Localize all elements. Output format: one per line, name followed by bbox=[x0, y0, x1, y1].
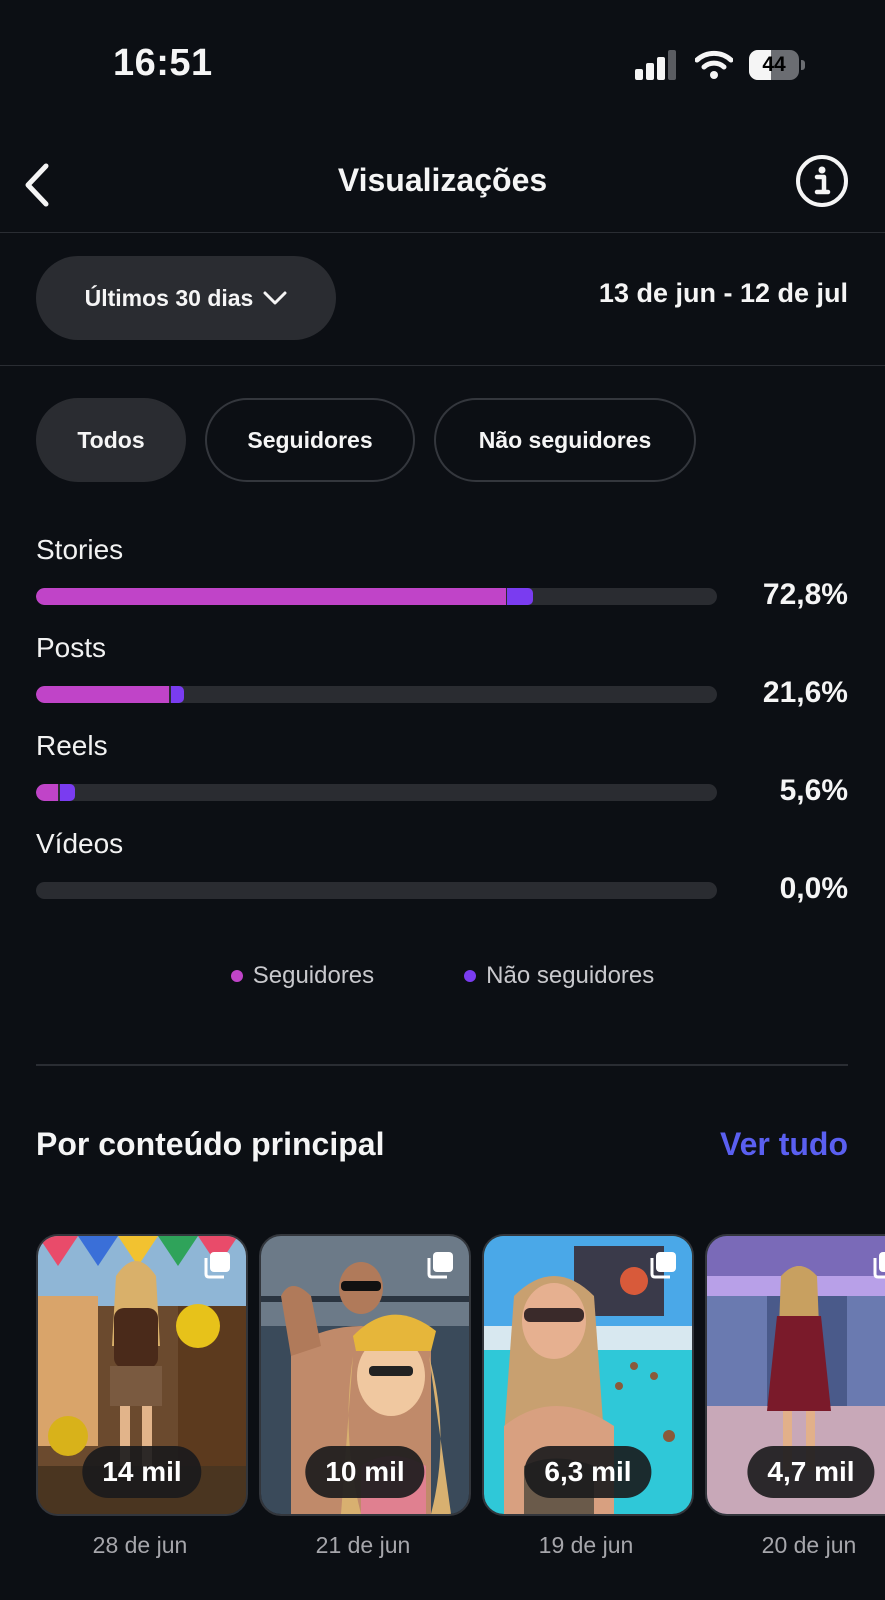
followers-segment bbox=[36, 784, 59, 801]
view-count: 10 mil bbox=[305, 1446, 425, 1498]
legend-label: Não seguidores bbox=[486, 962, 655, 989]
content-breakdown: Stories 72,8% Posts 21,6% Reels 5,6% Víd… bbox=[36, 534, 848, 926]
legend-label: Seguidores bbox=[252, 962, 375, 989]
battery-level: 44 bbox=[762, 53, 786, 76]
see-all-link[interactable]: Ver tudo bbox=[720, 1126, 848, 1163]
status-bar: 16:51 44 bbox=[0, 0, 885, 130]
tab-nao-seguidores[interactable]: Não seguidores bbox=[434, 398, 696, 482]
carousel-icon bbox=[873, 1252, 885, 1279]
legend-dot bbox=[464, 970, 477, 982]
non-followers-segment bbox=[507, 588, 534, 605]
breakdown-percent: 72,8% bbox=[762, 578, 848, 611]
breakdown-bar bbox=[36, 882, 717, 899]
carousel-icon bbox=[204, 1252, 230, 1279]
period-label: Últimos 30 dias bbox=[84, 284, 254, 311]
breakdown-bar bbox=[36, 784, 717, 801]
breakdown-row-posts: Posts 21,6% bbox=[36, 632, 848, 730]
section-title: Por conteúdo principal bbox=[36, 1126, 385, 1162]
view-count: 14 mil bbox=[82, 1446, 202, 1498]
followers-segment bbox=[36, 588, 506, 605]
post-date: 21 de jun bbox=[315, 1532, 411, 1558]
breakdown-percent: 5,6% bbox=[779, 774, 848, 807]
breakdown-label: Vídeos bbox=[36, 828, 124, 859]
legend-item-non-followers: Não seguidores bbox=[464, 962, 654, 990]
legend-item-followers: Seguidores bbox=[230, 962, 375, 990]
breakdown-label: Reels bbox=[36, 730, 108, 761]
tab-todos[interactable]: Todos bbox=[36, 398, 186, 482]
post-date: 28 de jun bbox=[92, 1532, 188, 1558]
status-time: 16:51 bbox=[113, 42, 213, 84]
date-range: 13 de jun - 12 de jul bbox=[598, 278, 848, 308]
post-date: 20 de jun bbox=[761, 1532, 857, 1558]
legend-dot bbox=[230, 970, 243, 982]
breakdown-bar bbox=[36, 588, 717, 605]
audience-tabs: Todos Seguidores Não seguidores bbox=[36, 398, 696, 482]
breakdown-bar bbox=[36, 686, 717, 703]
content-thumbnail[interactable]: 6,3 mil bbox=[482, 1234, 694, 1516]
chevron-down-icon bbox=[263, 291, 287, 305]
carousel-icon bbox=[427, 1252, 453, 1279]
wifi-icon bbox=[695, 50, 733, 79]
period-dropdown[interactable]: Últimos 30 dias bbox=[36, 256, 336, 340]
tab-seguidores[interactable]: Seguidores bbox=[205, 398, 415, 482]
non-followers-segment bbox=[170, 686, 185, 703]
period-filter-row: Últimos 30 dias 13 de jun - 12 de jul bbox=[0, 232, 885, 366]
breakdown-percent: 0,0% bbox=[779, 872, 848, 905]
content-thumbnail[interactable]: 4,7 mil bbox=[705, 1234, 885, 1516]
carousel-icon bbox=[650, 1252, 676, 1279]
post-date: 19 de jun bbox=[538, 1532, 634, 1558]
legend: Seguidores Não seguidores bbox=[0, 962, 885, 990]
section-divider bbox=[36, 1064, 848, 1066]
battery-icon: 44 bbox=[749, 50, 807, 80]
cellular-signal-icon bbox=[635, 50, 676, 80]
breakdown-label: Stories bbox=[36, 534, 124, 565]
breakdown-label: Posts bbox=[36, 632, 107, 663]
non-followers-segment bbox=[59, 784, 76, 801]
breakdown-row-videos: Vídeos 0,0% bbox=[36, 828, 848, 926]
page-title: Visualizações bbox=[337, 162, 548, 198]
content-thumbnail[interactable]: 14 mil bbox=[36, 1234, 248, 1516]
content-thumbnail[interactable]: 10 mil bbox=[259, 1234, 471, 1516]
breakdown-row-stories: Stories 72,8% bbox=[36, 534, 848, 632]
breakdown-row-reels: Reels 5,6% bbox=[36, 730, 848, 828]
header: Visualizações bbox=[0, 140, 885, 233]
info-icon[interactable] bbox=[795, 154, 849, 208]
top-content-carousel[interactable]: 14 mil 28 de jun 10 mil 21 de jun 6,3 mi… bbox=[36, 1234, 885, 1574]
view-count: 6,3 mil bbox=[524, 1446, 652, 1498]
breakdown-percent: 21,6% bbox=[762, 676, 848, 709]
view-count: 4,7 mil bbox=[747, 1446, 875, 1498]
followers-segment bbox=[36, 686, 170, 703]
